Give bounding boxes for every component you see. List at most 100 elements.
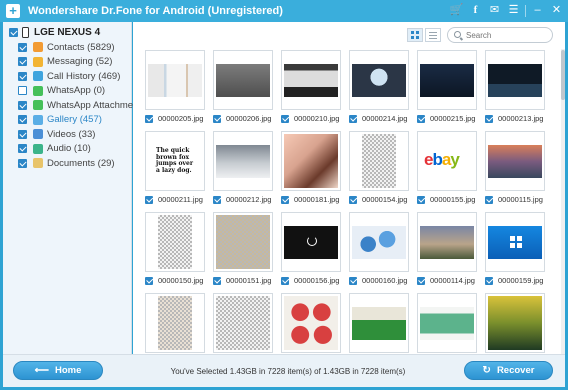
photo-tile[interactable] xyxy=(349,293,409,353)
sidebar-item-whatsapp[interactable]: WhatsApp (0) xyxy=(3,84,131,99)
photo-checkbox[interactable] xyxy=(485,276,493,285)
category-checkbox[interactable] xyxy=(18,71,27,81)
photo-tile[interactable]: 00000156.jpg xyxy=(281,212,341,287)
menu-icon[interactable]: ☰ xyxy=(506,3,521,18)
photo-checkbox[interactable] xyxy=(417,114,425,123)
photo-thumbnail[interactable] xyxy=(145,293,205,353)
sidebar-item-label: Contacts (5829) xyxy=(47,41,115,53)
sidebar-item-videos[interactable]: Videos (33) xyxy=(3,127,131,142)
category-checkbox[interactable] xyxy=(18,144,27,154)
category-checkbox[interactable] xyxy=(18,115,27,125)
photo-thumbnail[interactable] xyxy=(281,293,341,353)
photo-thumbnail[interactable] xyxy=(281,50,341,110)
photo-checkbox[interactable] xyxy=(213,114,221,123)
photo-tile[interactable]: 00000212.jpg xyxy=(213,131,273,206)
photo-checkbox[interactable] xyxy=(349,195,357,204)
photo-tile[interactable] xyxy=(281,293,341,353)
sidebar-item-contacts[interactable]: Contacts (5829) xyxy=(3,40,131,55)
search-input[interactable] xyxy=(466,29,548,41)
photo-checkbox[interactable] xyxy=(145,276,153,285)
photo-tile[interactable] xyxy=(485,293,545,353)
photo-thumbnail[interactable] xyxy=(145,50,205,110)
photo-tile[interactable]: 00000215.jpg xyxy=(417,50,477,125)
sidebar-item-audio[interactable]: Audio (10) xyxy=(3,142,131,157)
sidebar-item-whatsapp-attachment[interactable]: WhatsApp Attachme... (349) xyxy=(3,98,166,113)
category-checkbox[interactable] xyxy=(18,129,27,139)
photo-thumbnail[interactable] xyxy=(349,131,409,191)
feedback-icon[interactable]: ✉ xyxy=(487,3,502,18)
photo-tile[interactable] xyxy=(145,293,205,353)
photo-tile[interactable] xyxy=(417,293,477,353)
photo-thumbnail[interactable] xyxy=(349,293,409,353)
photo-thumbnail[interactable]: The quick brown fox jumps over a lazy do… xyxy=(145,131,205,191)
photo-checkbox[interactable] xyxy=(213,195,221,204)
photo-tile[interactable]: 00000206.jpg xyxy=(213,50,273,125)
search-box[interactable] xyxy=(447,27,553,43)
category-checkbox[interactable] xyxy=(18,100,27,110)
recover-button[interactable]: ↻ Recover xyxy=(464,361,553,380)
sidebar-item-call-history[interactable]: Call History (469) xyxy=(3,69,131,84)
facebook-icon[interactable]: f xyxy=(468,3,483,18)
photo-checkbox[interactable] xyxy=(417,195,425,204)
home-button[interactable]: ⟵ Home xyxy=(13,361,103,380)
photo-thumbnail[interactable] xyxy=(213,212,273,272)
photo-thumbnail[interactable] xyxy=(213,131,273,191)
photo-tile[interactable]: 00000115.jpg xyxy=(485,131,545,206)
photo-tile[interactable]: 00000181.jpg xyxy=(281,131,341,206)
photo-tile[interactable]: 00000205.jpg xyxy=(145,50,205,125)
photo-tile[interactable]: 00000160.jpg xyxy=(349,212,409,287)
sidebar-item-messaging[interactable]: Messaging (52) xyxy=(3,55,131,70)
list-view-button[interactable] xyxy=(425,28,441,42)
photo-thumbnail[interactable] xyxy=(349,212,409,272)
category-checkbox[interactable] xyxy=(18,158,27,168)
grid-view-button[interactable] xyxy=(407,28,423,42)
close-icon[interactable]: ✕ xyxy=(549,3,564,18)
photo-thumbnail[interactable] xyxy=(213,293,273,353)
sidebar-item-documents[interactable]: Documents (29) xyxy=(3,156,131,171)
photo-thumbnail[interactable] xyxy=(485,212,545,272)
photo-checkbox[interactable] xyxy=(213,276,221,285)
photo-thumbnail[interactable] xyxy=(417,212,477,272)
category-checkbox[interactable] xyxy=(18,57,27,67)
photo-thumbnail[interactable]: ebay xyxy=(417,131,477,191)
photo-thumbnail[interactable] xyxy=(485,293,545,353)
photo-tile[interactable]: 00000214.jpg xyxy=(349,50,409,125)
photo-checkbox[interactable] xyxy=(349,276,357,285)
photo-tile[interactable]: 00000114.jpg xyxy=(417,212,477,287)
minimize-icon[interactable]: – xyxy=(530,3,545,18)
photo-tile[interactable]: The quick brown fox jumps over a lazy do… xyxy=(145,131,205,206)
photo-checkbox[interactable] xyxy=(349,114,357,123)
photo-checkbox[interactable] xyxy=(485,195,493,204)
photo-tile[interactable]: 00000159.jpg xyxy=(485,212,545,287)
photo-checkbox[interactable] xyxy=(145,195,153,204)
device-row[interactable]: LGE NEXUS 4 xyxy=(3,24,131,40)
sidebar-item-gallery[interactable]: Gallery (457) xyxy=(3,113,131,128)
photo-checkbox[interactable] xyxy=(145,114,153,123)
photo-tile[interactable]: 00000150.jpg xyxy=(145,212,205,287)
photo-thumbnail[interactable] xyxy=(485,131,545,191)
photo-checkbox[interactable] xyxy=(417,276,425,285)
photo-checkbox[interactable] xyxy=(281,195,289,204)
photo-thumbnail[interactable] xyxy=(417,50,477,110)
photo-tile[interactable]: 00000151.jpg xyxy=(213,212,273,287)
photo-thumbnail[interactable] xyxy=(349,50,409,110)
photo-tile[interactable]: 00000213.jpg xyxy=(485,50,545,125)
photo-checkbox[interactable] xyxy=(281,276,289,285)
scrollbar-thumb[interactable] xyxy=(561,50,565,100)
photo-thumbnail[interactable] xyxy=(281,131,341,191)
photo-thumbnail[interactable] xyxy=(417,293,477,353)
photo-thumbnail[interactable] xyxy=(145,212,205,272)
photo-thumbnail[interactable] xyxy=(213,50,273,110)
photo-tile[interactable]: 00000154.jpg xyxy=(349,131,409,206)
photo-tile[interactable]: ebay 00000155.jpg xyxy=(417,131,477,206)
photo-thumbnail[interactable] xyxy=(485,50,545,110)
photo-thumbnail[interactable] xyxy=(281,212,341,272)
device-checkbox[interactable] xyxy=(9,27,18,37)
cart-icon[interactable]: 🛒 xyxy=(449,3,464,18)
photo-checkbox[interactable] xyxy=(281,114,289,123)
photo-checkbox[interactable] xyxy=(485,114,493,123)
photo-tile[interactable] xyxy=(213,293,273,353)
category-checkbox[interactable] xyxy=(18,86,27,96)
category-checkbox[interactable] xyxy=(18,42,27,52)
photo-tile[interactable]: 00000210.jpg xyxy=(281,50,341,125)
